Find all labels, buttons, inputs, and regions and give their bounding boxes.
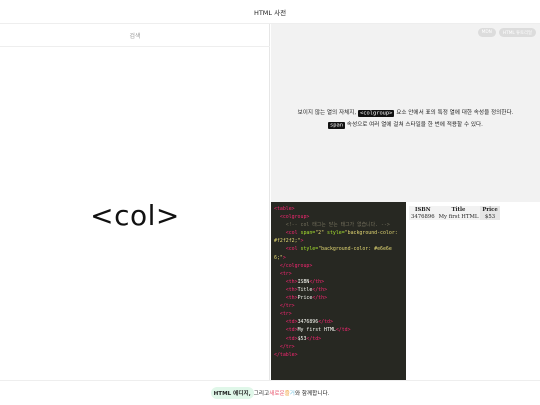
code-comment: <!-- col 태그는 닫는 태그가 없습니다. -->	[285, 222, 390, 229]
code-token: style=	[297, 246, 319, 253]
code-line: <table>	[274, 206, 295, 212]
right-panel: MDN HTML 튜토리얼 보이지 않는 열의 자체지, <colgroup> …	[271, 24, 540, 380]
code-token: </th>	[312, 295, 328, 302]
code-token: </td>	[306, 335, 322, 342]
desc-tag-span: span	[328, 121, 346, 129]
table-row: ISBN Title Price	[409, 206, 500, 213]
left-panel: 검색 <col>	[0, 24, 270, 380]
code-token: style=	[324, 230, 345, 237]
table-header: ISBN	[409, 206, 437, 213]
table-cell: $53	[480, 213, 500, 220]
table-row: 3476896 My first HTML $53	[409, 213, 500, 220]
code-token: >	[282, 254, 286, 261]
desc-line2-after: 속성으로 여러 열에 걸쳐 스타일을 한 번에 적용할 수 있다.	[346, 122, 483, 128]
code-line: <tr>	[279, 311, 292, 318]
description-panel: MDN HTML 튜토리얼 보이지 않는 열의 자체지, <colgroup> …	[271, 24, 540, 202]
footer-highlight: HTML 에디지,	[210, 387, 254, 399]
code-token: My first HTML	[297, 327, 336, 334]
code-token: ISBN	[297, 278, 310, 285]
preview-table: ISBN Title Price 3476896 My first HTML $…	[409, 206, 500, 220]
description-text: 보이지 않는 열의 자체지, <colgroup> 요소 안에서 표의 특정 열…	[279, 107, 532, 131]
code-token: <col	[285, 246, 298, 253]
term-display: <col>	[90, 199, 180, 232]
code-token: <td>	[285, 319, 298, 326]
table-cell: 3476896	[409, 213, 437, 220]
code-token: </td>	[318, 319, 333, 326]
render-preview: ISBN Title Price 3476896 My first HTML $…	[406, 202, 540, 380]
code-token: >	[300, 238, 304, 245]
code-token: <th>	[285, 295, 298, 302]
desc-line1-before: 보이지 않는 열의 자체지,	[297, 110, 357, 116]
code-token: <td>	[285, 327, 298, 334]
code-token: </td>	[335, 327, 351, 334]
code-token: span=	[297, 230, 316, 237]
search-placeholder: 검색	[129, 32, 141, 40]
table-header: Price	[480, 206, 500, 213]
top-bar: HTML 사전	[0, 0, 540, 24]
code-token: <th>	[285, 278, 298, 285]
footer-joy: 즐거	[285, 389, 295, 397]
code-line: </tr>	[279, 303, 295, 310]
code-token: Title	[297, 286, 313, 293]
reference-badges: MDN HTML 튜토리얼	[477, 28, 536, 37]
table-cell: My first HTML	[436, 213, 481, 220]
footer: HTML 에디지, 그리고 새로운 즐거 와 함께합니다.	[0, 380, 540, 405]
code-line: </table>	[274, 351, 298, 358]
footer-end: 와 함께합니다.	[294, 391, 330, 397]
code-token: <col	[285, 230, 298, 237]
app-title: HTML 사전	[253, 8, 287, 17]
code-token: <td>	[285, 335, 298, 342]
code-editor[interactable]: <table> <colgroup> <!-- col 태그는 닫는 태그가 없…	[271, 202, 406, 380]
code-line: <colgroup>	[279, 214, 310, 221]
code-token: <th>	[285, 286, 298, 293]
code-token: Price	[297, 295, 313, 302]
search-input[interactable]: 검색	[0, 24, 270, 47]
code-token: 3476896	[297, 319, 319, 326]
desc-tag-colgroup: <colgroup>	[357, 109, 395, 117]
mdn-link[interactable]: MDN	[477, 28, 496, 37]
code-line: </tr>	[279, 343, 295, 350]
footer-middle: 그리고	[253, 391, 270, 397]
table-header: Title	[436, 206, 481, 213]
code-line: </colgroup>	[279, 262, 313, 269]
code-token: "2"	[315, 230, 325, 237]
code-token: </th>	[312, 286, 328, 293]
code-token: </th>	[309, 278, 325, 285]
tutorial-link[interactable]: HTML 튜토리얼	[498, 28, 536, 37]
footer-new-word: 새로운	[269, 391, 285, 397]
code-line: <tr>	[279, 270, 292, 277]
desc-line1-after: 요소 안에서 표의 특정 열에 대한 속성을 정의한다.	[396, 110, 514, 116]
